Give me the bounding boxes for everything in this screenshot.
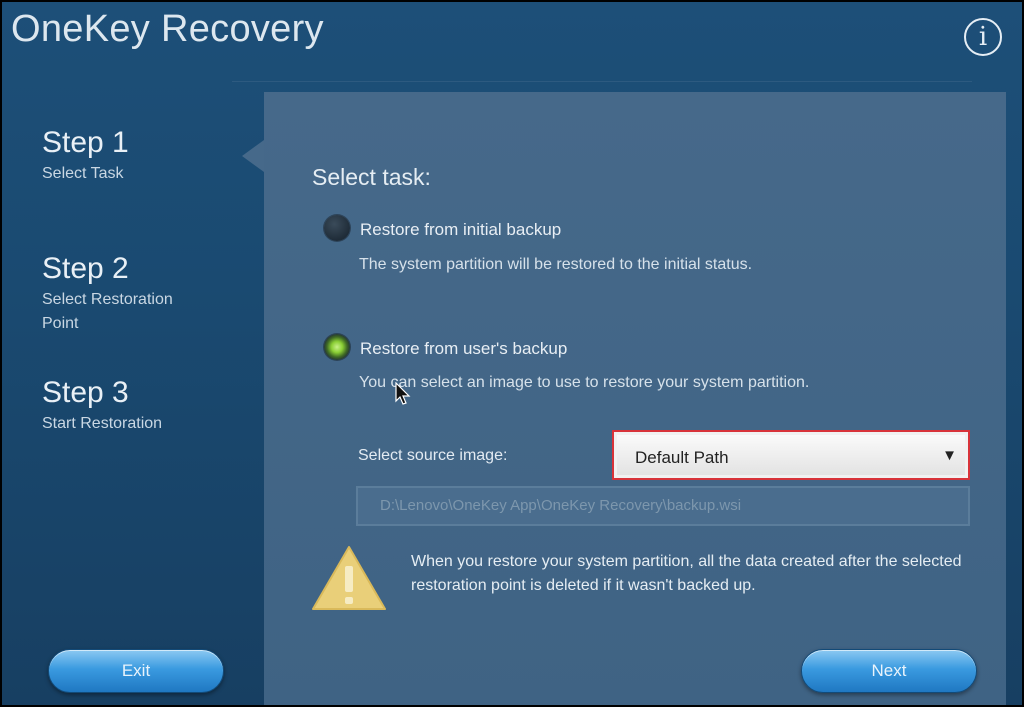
- option-label-initial-backup[interactable]: Restore from initial backup: [360, 220, 561, 240]
- option-description-initial-backup: The system partition will be restored to…: [359, 256, 753, 273]
- app-window: OneKey Recovery i Step 1 Select Task Ste…: [2, 2, 1022, 705]
- radio-initial-backup[interactable]: [324, 215, 350, 241]
- step-subtitle: Start Restoration: [42, 415, 163, 432]
- warning-message: When you restore your system partition, …: [411, 553, 962, 594]
- task-heading: Select task:: [312, 164, 431, 190]
- step-title: Step 1: [42, 126, 129, 159]
- step-title: Step 2: [42, 252, 129, 285]
- step-2: Step 2 Select Restoration Point: [42, 252, 202, 336]
- step-subtitle: Select Restoration Point: [42, 291, 173, 332]
- warning-icon: [312, 546, 386, 610]
- app-title: OneKey Recovery: [11, 8, 324, 50]
- step-title: Step 3: [42, 376, 129, 409]
- next-button[interactable]: Next: [801, 649, 977, 693]
- mouse-cursor-icon: [395, 382, 411, 405]
- source-image-label: Select source image:: [358, 447, 508, 464]
- source-image-select[interactable]: Default Path ▼: [612, 430, 970, 480]
- select-inner: Default Path ▼: [617, 435, 965, 475]
- step-1: Step 1 Select Task: [42, 126, 129, 186]
- select-value: Default Path: [635, 448, 729, 467]
- info-icon[interactable]: i: [964, 18, 1002, 56]
- backup-path-field: D:\Lenovo\OneKey App\OneKey Recovery\bac…: [356, 486, 970, 526]
- radio-user-backup[interactable]: [324, 334, 350, 360]
- step-subtitle: Select Task: [42, 165, 124, 182]
- task-panel: Select task: Restore from initial backup…: [264, 92, 1006, 705]
- header-divider: [232, 81, 972, 82]
- active-step-pointer: [242, 140, 264, 172]
- option-label-user-backup[interactable]: Restore from user's backup: [360, 339, 567, 359]
- option-description-user-backup: You can select an image to use to restor…: [359, 374, 810, 391]
- step-3: Step 3 Start Restoration: [42, 376, 162, 436]
- exit-button[interactable]: Exit: [48, 649, 224, 693]
- chevron-down-icon[interactable]: ▼: [942, 447, 957, 464]
